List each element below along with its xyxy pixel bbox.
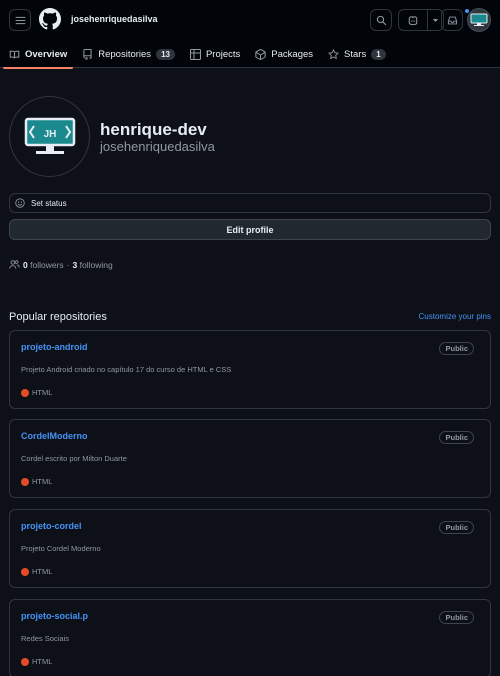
search-button[interactable] (370, 9, 392, 31)
repo-description: Cordel escrito por Milton Duarte (21, 454, 127, 463)
tab-packages-label: Packages (271, 48, 314, 60)
tab-overview-label: Overview (25, 48, 68, 60)
book-icon (9, 50, 20, 59)
profile-tabs: Overview Repositories 13 Projects Packag… (0, 40, 392, 69)
repo-description: Redes Sociais (21, 634, 69, 643)
popular-repos-heading: Popular repositories (9, 311, 107, 323)
repo-card: projeto-social.p Public Redes Sociais HT… (9, 599, 491, 676)
tab-repositories-label: Repositories (98, 48, 152, 60)
repositories-count: 13 (156, 48, 175, 60)
repo-language: HTML (21, 567, 52, 576)
repo-language: HTML (21, 388, 52, 397)
set-status-button[interactable]: Set status (9, 193, 491, 213)
followers-count: 0 (23, 259, 28, 270)
avatar-initials: JH (43, 129, 56, 140)
language-color-dot (21, 567, 29, 576)
visibility-badge: Public (439, 342, 474, 355)
repo-name-link[interactable]: projeto-cordel (21, 521, 82, 531)
copilot-icon (408, 15, 418, 25)
avatar-monitor-icon: JH (24, 117, 75, 154)
copilot-button-group (398, 9, 444, 31)
people-icon (9, 260, 20, 269)
language-label: HTML (32, 567, 53, 576)
inbox-button[interactable] (441, 9, 463, 31)
following-link[interactable]: 3 following (73, 260, 113, 270)
profile-login: josehenriquedasilva (100, 139, 215, 154)
repo-name-link[interactable]: CordelModerno (21, 431, 88, 441)
copilot-button[interactable] (399, 10, 429, 30)
profile-avatar[interactable]: JH (9, 96, 90, 177)
header-username-link[interactable]: josehenriquedasilva (71, 14, 158, 24)
avatar-monitor-icon (470, 13, 488, 26)
hamburger-menu-button[interactable] (9, 9, 31, 31)
tab-stars-label: Stars (344, 48, 367, 60)
tab-stars[interactable]: Stars 1 (322, 40, 392, 68)
language-color-dot (21, 657, 29, 666)
tab-projects[interactable]: Projects (184, 40, 246, 68)
header-row: josehenriquedasilva (9, 8, 491, 32)
follow-stats: 0 followers · 3 following (9, 259, 113, 270)
language-color-dot (21, 477, 29, 486)
visibility-badge: Public (439, 521, 474, 534)
following-label: following (79, 259, 113, 270)
repo-card: CordelModerno Public Cordel escrito por … (9, 419, 491, 498)
language-color-dot (21, 388, 29, 397)
followers-label: followers (30, 259, 64, 270)
language-label: HTML (32, 657, 53, 666)
tab-overview[interactable]: Overview (3, 40, 74, 69)
triangle-down-icon (432, 18, 439, 22)
repo-language: HTML (21, 477, 52, 486)
inbox-icon (447, 16, 457, 24)
profile-name: henrique-dev (100, 120, 207, 139)
repo-name-link[interactable]: projeto-social.p (21, 611, 88, 621)
smiley-icon (15, 198, 25, 208)
repo-card: projeto-cordel Public Projeto Cordel Mod… (9, 509, 491, 588)
repo-card: projeto-android Public Projeto Android c… (9, 330, 491, 409)
repo-icon (83, 48, 92, 60)
package-icon (255, 48, 266, 60)
search-icon (376, 15, 386, 25)
user-avatar-button[interactable] (467, 8, 491, 32)
repo-language: HTML (21, 657, 52, 666)
tab-packages[interactable]: Packages (249, 40, 319, 68)
language-label: HTML (32, 477, 53, 486)
table-icon (189, 48, 201, 60)
repo-name-link[interactable]: projeto-android (21, 342, 88, 352)
customize-pins-link[interactable]: Customize your pins (419, 312, 491, 321)
hamburger-icon (15, 16, 25, 24)
visibility-badge: Public (439, 611, 474, 624)
repo-description: Projeto Cordel Moderno (21, 544, 101, 553)
tab-repositories[interactable]: Repositories 13 (76, 40, 181, 68)
stars-count: 1 (371, 48, 386, 60)
following-count: 3 (72, 259, 78, 270)
follow-separator: · (66, 259, 70, 270)
language-label: HTML (32, 388, 53, 397)
repo-description: Projeto Android criado no capítulo 17 do… (21, 365, 232, 374)
edit-profile-button[interactable]: Edit profile (9, 219, 491, 240)
visibility-badge: Public (439, 431, 474, 444)
followers-link[interactable]: 0 followers (23, 260, 64, 270)
set-status-label: Set status (31, 198, 67, 208)
tab-projects-label: Projects (205, 48, 241, 60)
top-header: josehenriquedasilva Overview Repositorie… (0, 0, 500, 69)
github-logo-icon[interactable] (39, 8, 61, 30)
star-icon (328, 48, 339, 59)
